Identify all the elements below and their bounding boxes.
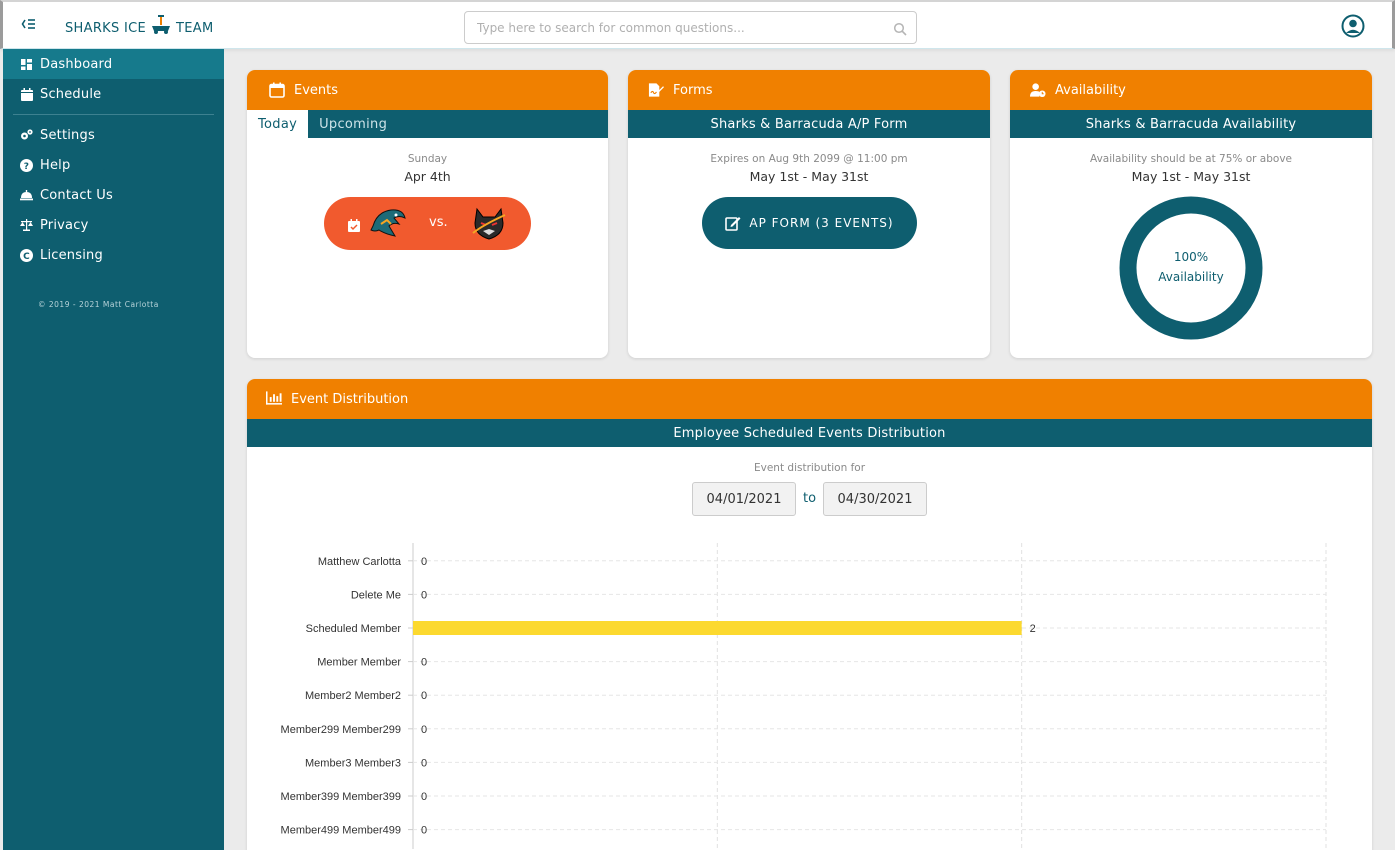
y-tick-label: Member3 Member3 bbox=[305, 757, 401, 769]
chart-bar-icon bbox=[266, 391, 282, 407]
edit-icon bbox=[725, 215, 741, 231]
sidebar-divider bbox=[13, 114, 214, 115]
sidebar-item-label: Help bbox=[40, 157, 71, 173]
calendar-icon bbox=[20, 87, 33, 101]
distribution-subtitle: Employee Scheduled Events Distribution bbox=[247, 419, 1372, 447]
events-title: Events bbox=[294, 82, 339, 98]
tab-today[interactable]: Today bbox=[247, 110, 309, 138]
search-icon[interactable] bbox=[893, 21, 907, 36]
ap-form-button[interactable]: AP FORM (3 EVENTS) bbox=[702, 197, 917, 249]
bell-icon bbox=[20, 189, 33, 202]
y-tick-label: Member2 Member2 bbox=[305, 690, 401, 702]
balance-scale-icon bbox=[20, 219, 33, 232]
availability-donut-label: 100% Availability bbox=[1119, 247, 1263, 287]
sidebar-item-dashboard[interactable]: Dashboard bbox=[3, 49, 224, 79]
ap-form-button-label: AP FORM (3 EVENTS) bbox=[749, 216, 894, 230]
tab-upcoming[interactable]: Upcoming bbox=[308, 110, 398, 138]
y-tick-label: Matthew Carlotta bbox=[318, 556, 402, 568]
forms-card-header: Forms bbox=[628, 70, 990, 110]
user-clock-icon bbox=[1030, 82, 1046, 98]
availability-label: Availability bbox=[1158, 270, 1224, 284]
availability-title: Availability bbox=[1055, 82, 1126, 98]
top-bar: SHARKS ICE TEAM bbox=[0, 0, 1395, 49]
y-tick-label: Member399 Member399 bbox=[281, 791, 401, 803]
bar-value-label: 0 bbox=[421, 589, 427, 601]
y-tick-label: Member499 Member499 bbox=[281, 825, 401, 837]
events-card-header: Events bbox=[247, 70, 608, 110]
away-team-logo-icon bbox=[469, 205, 509, 245]
sidebar-item-label: Contact Us bbox=[40, 187, 113, 203]
distribution-title: Event Distribution bbox=[291, 391, 409, 407]
y-tick-label: Member Member bbox=[317, 657, 401, 669]
bar-value-label: 0 bbox=[421, 657, 427, 669]
end-date-input[interactable]: 04/30/2021 bbox=[823, 482, 927, 516]
collapse-sidebar-icon[interactable] bbox=[21, 15, 41, 35]
sidebar-item-privacy[interactable]: Privacy bbox=[3, 210, 224, 240]
y-tick-label: Member299 Member299 bbox=[281, 724, 401, 736]
event-day: Sunday bbox=[407, 153, 448, 165]
calendar-check-icon bbox=[348, 217, 360, 236]
forms-subtitle: Sharks & Barracuda A/P Form bbox=[628, 110, 990, 138]
date-range-to-label: to bbox=[803, 491, 817, 506]
sidebar-item-help[interactable]: ? Help bbox=[3, 150, 224, 180]
sidebar-item-label: Schedule bbox=[40, 86, 102, 102]
sidebar-item-schedule[interactable]: Schedule bbox=[3, 79, 224, 109]
forms-card: Forms Sharks & Barracuda A/P Form Expire… bbox=[628, 70, 990, 358]
y-tick-label: Scheduled Member bbox=[306, 623, 402, 635]
availability-subtitle: Sharks & Barracuda Availability bbox=[1010, 110, 1372, 138]
calendar-icon bbox=[269, 82, 285, 98]
sidebar-item-licensing[interactable]: C Licensing bbox=[3, 240, 224, 270]
svg-text:?: ? bbox=[24, 162, 29, 172]
sidebar-item-label: Settings bbox=[40, 127, 95, 143]
start-date-input[interactable]: 04/01/2021 bbox=[692, 482, 796, 516]
brand-text-left: SHARKS ICE bbox=[65, 20, 146, 36]
file-signature-icon bbox=[648, 82, 664, 98]
y-tick-label: Delete Me bbox=[351, 589, 401, 601]
home-team-logo-icon bbox=[369, 206, 407, 244]
sidebar-item-label: Privacy bbox=[40, 217, 89, 233]
user-avatar-icon[interactable] bbox=[1341, 14, 1365, 38]
events-card: Events Today Upcoming Sunday Apr 4th vs. bbox=[247, 70, 608, 358]
bar-value-label: 0 bbox=[421, 556, 427, 568]
bar-value-label: 0 bbox=[421, 724, 427, 736]
distribution-for-label: Event distribution for bbox=[753, 462, 866, 474]
sidebar: Dashboard Schedule Settings ? Help Conta… bbox=[3, 49, 224, 850]
availability-card: Availability Sharks & Barracuda Availabi… bbox=[1010, 70, 1372, 358]
question-icon: ? bbox=[20, 158, 33, 172]
gears-icon bbox=[20, 129, 33, 142]
availability-date-range: May 1st - May 31st bbox=[1131, 169, 1251, 184]
sidebar-item-contact[interactable]: Contact Us bbox=[3, 180, 224, 210]
brand[interactable]: SHARKS ICE TEAM bbox=[65, 15, 214, 38]
availability-percent: 100% bbox=[1173, 250, 1209, 264]
bar-value-label: 2 bbox=[1030, 623, 1036, 635]
event-distribution-card: Event Distribution Employee Scheduled Ev… bbox=[247, 379, 1372, 850]
zamboni-logo-icon bbox=[150, 15, 172, 35]
svg-text:C: C bbox=[23, 252, 30, 262]
bar[interactable] bbox=[413, 621, 1022, 635]
availability-card-header: Availability bbox=[1010, 70, 1372, 110]
bar-value-label: 0 bbox=[421, 825, 427, 837]
availability-note: Availability should be at 75% or above bbox=[1090, 153, 1292, 165]
event-date: Apr 4th bbox=[404, 169, 451, 184]
copyright-text: © 2019 - 2021 Matt Carlotta bbox=[38, 300, 159, 309]
dashboard-icon bbox=[20, 58, 33, 71]
sidebar-item-label: Licensing bbox=[40, 247, 103, 263]
copyright-icon: C bbox=[20, 248, 33, 262]
distribution-card-header: Event Distribution bbox=[247, 379, 1372, 419]
event-matchup-button[interactable]: vs. bbox=[324, 197, 531, 250]
forms-title: Forms bbox=[673, 82, 713, 98]
event-distribution-bar-chart: Matthew Carlotta 0 Delete Me 0 Scheduled Mem… bbox=[281, 543, 1327, 849]
form-date-range: May 1st - May 31st bbox=[749, 169, 869, 184]
bar-value-label: 0 bbox=[421, 690, 427, 702]
sidebar-item-settings[interactable]: Settings bbox=[3, 120, 224, 150]
form-expiration: Expires on Aug 9th 2099 @ 11:00 pm bbox=[710, 153, 908, 165]
versus-label: vs. bbox=[429, 215, 448, 230]
events-tabs: Today Upcoming bbox=[247, 110, 608, 138]
brand-text-right: TEAM bbox=[176, 20, 214, 36]
bar-value-label: 0 bbox=[421, 757, 427, 769]
sidebar-item-label: Dashboard bbox=[40, 56, 113, 72]
search-box[interactable] bbox=[464, 11, 917, 44]
bar-value-label: 0 bbox=[421, 791, 427, 803]
search-input[interactable] bbox=[465, 12, 875, 43]
